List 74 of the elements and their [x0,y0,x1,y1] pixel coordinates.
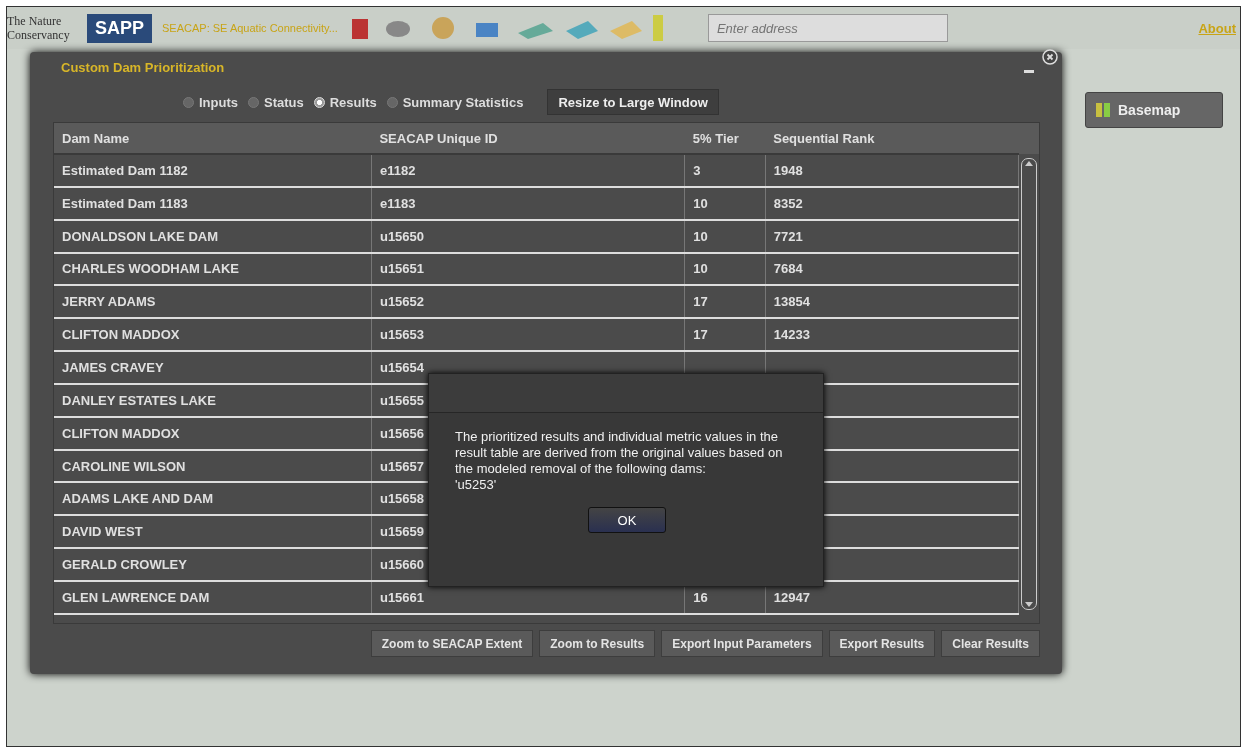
radio-label[interactable]: Inputs [199,94,238,110]
table-cell: u15655 [379,392,425,408]
table-cell: u15651 [379,261,425,277]
app-title: SEACAP: SE Aquatic Connectivity... [162,22,338,34]
table-cell: GLEN LAWRENCE DAM [62,590,210,605]
address-search-field[interactable]: Enter address [707,14,948,42]
table-cell: CAROLINE WILSON [62,458,186,474]
column-header: Dam Name [54,123,372,154]
radio-label[interactable]: Results [329,94,377,110]
minimize-button[interactable] [1024,69,1034,73]
close-button[interactable] [1042,49,1058,65]
table-cell: e1182 [379,162,416,178]
table-cell: ADAMS LAKE AND DAM [62,491,214,507]
table-cell: CLIFTON MADDOX [62,327,180,343]
table-cell: DANLEY ESTATES LAKE [62,392,216,408]
dam-list-text: 'u5253' [455,477,498,493]
table-cell: 12947 [773,590,810,605]
table-cell: 16 [693,590,708,605]
table-cell: 17 [693,327,708,343]
column-header: Sequential Rank [765,123,1019,154]
table-cell: u15660 [379,557,425,573]
table-cell: 10 [693,228,708,244]
table-cell: u15650 [379,228,425,244]
logo-text: The Nature Conservancy [7,13,71,43]
action-button[interactable]: Clear Results [941,630,1040,657]
table-cell: 10 [693,261,708,277]
action-button[interactable]: Zoom to Results [539,630,656,657]
table-cell: DONALDSON LAKE DAM [62,228,218,244]
table-cell: Estimated Dam 1183 [62,195,188,211]
action-button[interactable]: Export Input Parameters [661,630,823,657]
window-title: Custom Dam Prioritization [61,59,225,75]
radio-button[interactable] [248,96,259,108]
column-header: 5% Tier [684,123,766,154]
table-cell: 7721 [773,228,803,244]
table-cell: 13854 [773,294,810,310]
message-text: The prioritized results and individual metric values in the result table are derived from the original values based on the modeled removal of the following dams: [455,429,784,477]
table-cell: 14233 [773,327,810,343]
table-cell: e1183 [379,195,416,211]
grid-icon [1096,103,1110,117]
table-cell: Estimated Dam 1182 [62,162,188,178]
table-cell: 7684 [773,261,803,277]
table-cell: CHARLES WOODHAM LAKE [62,261,239,277]
table-cell: u15661 [379,590,425,605]
column-header: SEACAP Unique ID [371,123,685,154]
ok-button[interactable]: OK [588,507,666,533]
scroll-down-icon[interactable] [1023,599,1034,609]
table-cell: u15653 [379,327,425,343]
table-cell: JAMES CRAVEY [62,360,164,375]
table-cell: 10 [693,195,708,211]
radio-button[interactable] [183,96,194,108]
action-button[interactable]: Zoom to SEACAP Extent [370,630,534,657]
radio-label[interactable]: Summary Statistics [402,94,524,110]
scrollbar[interactable] [1020,158,1037,610]
partner-logo: SAPP [87,13,153,43]
table-cell: GERALD CROWLEY [62,557,187,573]
table-cell: 3 [693,162,701,178]
table-cell: CLIFTON MADDOX [62,425,180,441]
table-cell: u15654 [379,360,425,375]
table-cell: u15657 [379,458,425,474]
table-cell: 17 [693,294,708,310]
action-button[interactable]: Export Results [828,630,936,657]
table-cell: DAVID WEST [62,524,143,540]
table-cell: JERRY ADAMS [62,294,156,310]
table-cell: 1948 [773,162,803,178]
table-cell: u15656 [379,425,425,441]
radio-button[interactable] [386,96,398,108]
resize-button[interactable]: Resize to Large Window [547,89,719,115]
basemap-button[interactable]: Basemap [1085,92,1223,128]
table-cell: u15652 [379,294,425,310]
table-cell: u15658 [379,491,425,507]
scroll-up-icon[interactable] [1023,159,1034,169]
table-cell: 8352 [773,195,803,211]
table-cell: u15659 [379,524,425,540]
radio-label[interactable]: Status [264,94,304,110]
